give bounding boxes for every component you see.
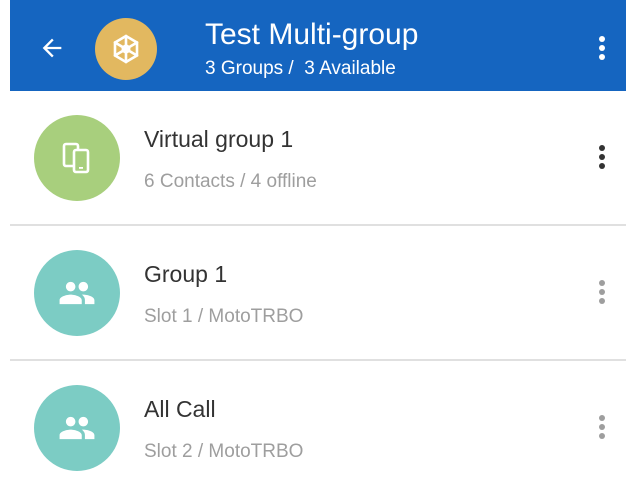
overflow-menu-button[interactable] (588, 28, 616, 68)
list-item-virtual-group-1[interactable]: Virtual group 1 6 Contacts / 4 offline (10, 91, 626, 226)
more-vertical-icon (599, 280, 605, 304)
more-vertical-icon (599, 36, 605, 60)
item-menu-button[interactable] (588, 272, 616, 312)
group-avatar (34, 115, 120, 201)
group-list: Virtual group 1 6 Contacts / 4 offline G… (10, 91, 626, 496)
group-avatar (95, 18, 157, 80)
group-title: Group 1 (144, 261, 228, 287)
arrow-left-icon (42, 38, 62, 58)
list-item-group-1[interactable]: Group 1 Slot 1 / MotoTRBO (10, 226, 626, 361)
app-bar: Test Multi-group 3 Groups / 3 Available (10, 0, 626, 91)
people-icon (59, 416, 95, 440)
devices-icon (62, 142, 90, 174)
group-avatar (34, 250, 120, 336)
group-title: Virtual group 1 (144, 126, 294, 152)
people-icon (59, 281, 95, 305)
item-menu-button[interactable] (588, 407, 616, 447)
group-subtitle: Slot 2 / MotoTRBO (144, 441, 304, 462)
more-vertical-icon (599, 145, 605, 169)
group-title: All Call (144, 396, 216, 422)
group-subtitle: 6 Contacts / 4 offline (144, 171, 317, 192)
page-title: Test Multi-group (205, 18, 419, 51)
group-avatar (34, 385, 120, 471)
page-subtitle: 3 Groups / 3 Available (205, 58, 396, 79)
item-menu-button[interactable] (588, 137, 616, 177)
back-button[interactable] (32, 28, 72, 68)
more-vertical-icon (599, 415, 605, 439)
list-item-all-call[interactable]: All Call Slot 2 / MotoTRBO (10, 361, 626, 496)
network-hub-icon (113, 34, 139, 64)
group-subtitle: Slot 1 / MotoTRBO (144, 306, 304, 327)
